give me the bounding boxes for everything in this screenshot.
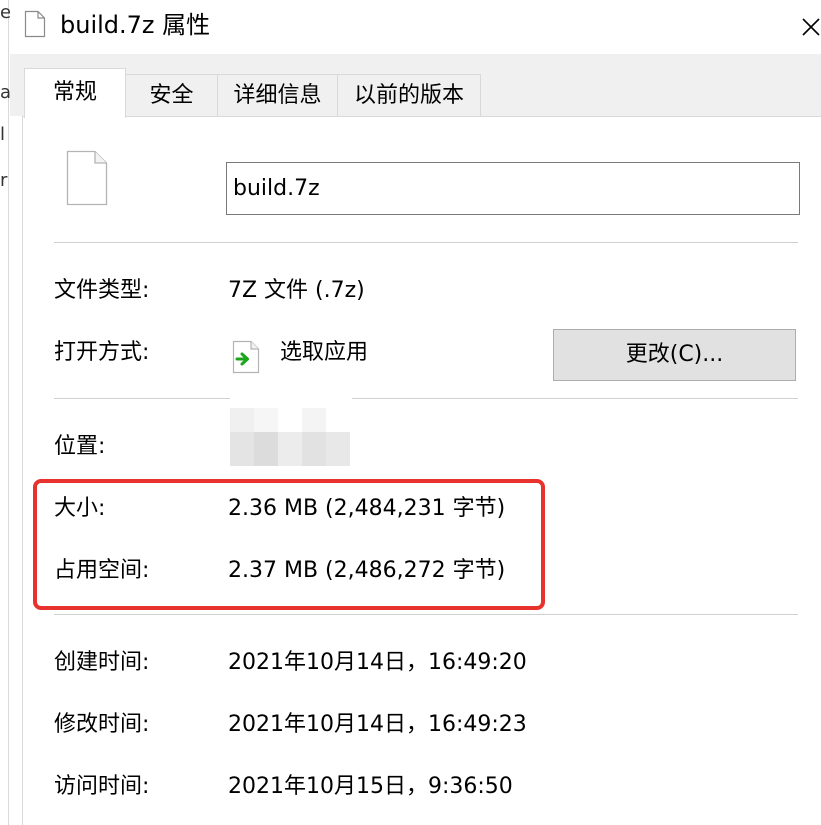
- tab-previous-versions[interactable]: 以前的版本: [337, 74, 481, 116]
- file-type-label: 文件类型:: [54, 278, 150, 303]
- opens-with-value: 选取应用: [280, 340, 369, 365]
- size-label: 大小:: [54, 496, 106, 521]
- location-label: 位置:: [54, 434, 106, 459]
- accessed-value: 2021年10月15日，9:36:50: [228, 774, 513, 799]
- file-name-input[interactable]: [226, 162, 800, 215]
- modified-value: 2021年10月14日，16:49:23: [228, 712, 527, 737]
- file-type-value: 7Z 文件 (.7z): [228, 278, 365, 303]
- size-value: 2.36 MB (2,484,231 字节): [228, 496, 506, 521]
- created-value: 2021年10月14日，16:49:20: [228, 650, 527, 675]
- separator: [54, 614, 798, 615]
- separator: [54, 398, 798, 399]
- tab-general[interactable]: 常规: [24, 68, 126, 118]
- redacted-location: [230, 392, 352, 466]
- background-window-edge: e a l r: [0, 0, 11, 825]
- background-window-text: l: [0, 124, 6, 145]
- choose-app-icon: [232, 340, 260, 374]
- created-label: 创建时间:: [54, 650, 150, 675]
- opens-with-label: 打开方式:: [54, 340, 150, 365]
- file-icon: [66, 150, 108, 206]
- disk-size-label: 占用空间:: [54, 558, 150, 583]
- background-window-text: r: [0, 170, 8, 191]
- disk-size-value: 2.37 MB (2,486,272 字节): [228, 558, 506, 583]
- window-title: build.7z 属性: [60, 11, 211, 39]
- change-app-button[interactable]: 更改(C)...: [553, 329, 796, 381]
- document-icon: [24, 10, 46, 38]
- accessed-label: 访问时间:: [54, 774, 150, 799]
- modified-label: 修改时间:: [54, 712, 150, 737]
- title-bar[interactable]: build.7z 属性: [10, 0, 821, 54]
- separator: [54, 242, 798, 243]
- close-icon[interactable]: [797, 6, 821, 46]
- tab-security[interactable]: 安全: [125, 74, 218, 116]
- tab-details[interactable]: 详细信息: [217, 74, 338, 116]
